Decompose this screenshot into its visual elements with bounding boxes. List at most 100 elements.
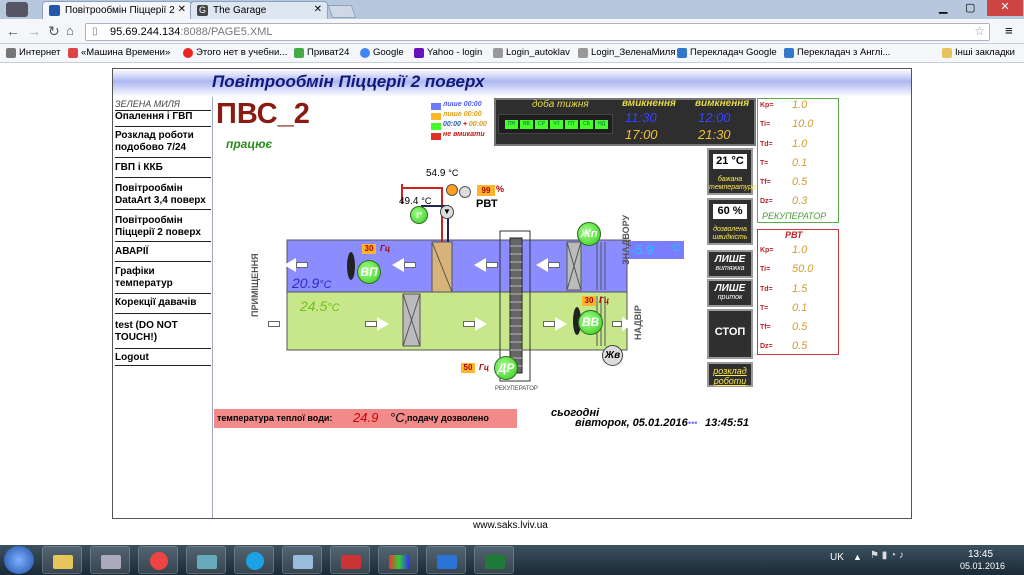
taskbar-app-colors[interactable] xyxy=(378,546,418,574)
water-temp-bar: температура теплої води: 24.9 °С, подачу… xyxy=(214,409,517,428)
allowed-speed-control[interactable]: 60 % дозволена швидкість xyxy=(707,198,753,245)
language-indicator[interactable]: UK xyxy=(830,552,844,563)
nav-item-test[interactable]: test (DO NOT TOUCH!) xyxy=(115,320,211,344)
recuperator-drive-dr[interactable]: ДР xyxy=(494,356,518,380)
tab-active[interactable]: Повітрообмін Піццерії 2 ✕ xyxy=(42,1,192,19)
bookmark-item[interactable]: Yahoo - login xyxy=(414,47,482,58)
forward-icon[interactable]: → xyxy=(27,23,41,39)
only-supply-sub: приток xyxy=(717,294,743,301)
clock-time[interactable]: 13:45 xyxy=(968,549,993,560)
page-icon: ▯ xyxy=(92,26,98,37)
tray-expand-icon[interactable]: ▲ xyxy=(853,552,862,562)
intake-damper-actuator[interactable]: Жп xyxy=(577,222,601,246)
day-led-sat[interactable]: СБ xyxy=(580,120,593,129)
menu-icon[interactable]: ≡ xyxy=(1005,23,1013,38)
nav-item-sensor-corrections[interactable]: Корекції давачів xyxy=(115,297,211,309)
exhaust-damper-actuator[interactable]: Жв xyxy=(602,345,623,366)
url-input[interactable]: ▯ 95.69.244.134:8088/PAGE5.XML ☆ xyxy=(85,23,990,41)
valve-actuator-icon[interactable] xyxy=(446,184,458,196)
home-icon[interactable]: ⌂ xyxy=(66,23,74,38)
allowed-speed-value[interactable]: 60 % xyxy=(713,204,747,219)
label-recuperator: РЕКУПЕРАТОР xyxy=(495,386,538,392)
taskbar-notes[interactable] xyxy=(282,546,322,574)
taskbar-paint[interactable] xyxy=(186,546,226,574)
room-supply-arrow-icon xyxy=(256,317,268,331)
pid-value[interactable]: 50.0 xyxy=(792,263,813,275)
exhaust-fan-vp[interactable]: ВП xyxy=(357,260,381,284)
day-led-thu[interactable]: ЧТ xyxy=(550,120,563,129)
start-button-icon[interactable] xyxy=(4,546,34,574)
pid-value[interactable]: 1.5 xyxy=(792,283,807,295)
bookmark-item[interactable]: Login_autoklav xyxy=(493,47,570,58)
bookmark-item[interactable]: Інші закладки xyxy=(942,47,1015,58)
setpoint-temp-control[interactable]: 21 °C бажана температура xyxy=(707,148,756,195)
pid-value[interactable]: 0.3 xyxy=(792,195,807,207)
temp-sensor-t-icon[interactable]: t° xyxy=(410,206,428,224)
schedule-on-time-2[interactable]: 17:00 xyxy=(625,127,658,142)
nav-item-gvp-kkb[interactable]: ГВП і ККБ xyxy=(115,162,211,174)
only-exhaust-button[interactable]: ЛИШЕ витяжка xyxy=(707,250,753,278)
day-led-sun[interactable]: НД xyxy=(595,120,608,129)
taskbar-calculator[interactable] xyxy=(90,546,130,574)
hot-water-temp-value: 54.9 xyxy=(426,168,446,179)
pid-value[interactable]: 10.0 xyxy=(792,118,813,130)
pid-value[interactable]: 0.1 xyxy=(792,157,807,169)
day-led-wed[interactable]: СР xyxy=(535,120,548,129)
setpoint-temp-value[interactable]: 21 °C xyxy=(713,154,747,169)
pid-value[interactable]: 0.5 xyxy=(792,321,807,333)
taskbar-skype[interactable] xyxy=(234,546,274,574)
user-avatar-icon[interactable] xyxy=(6,2,28,17)
pid-value[interactable]: 1.0 xyxy=(792,244,807,256)
only-supply-button[interactable]: ЛИШЕ приток xyxy=(707,279,753,307)
pid-value[interactable]: 1.0 xyxy=(792,138,807,150)
stop-button[interactable]: СТОП xyxy=(707,309,753,359)
bookmark-item[interactable]: Google xyxy=(360,47,404,58)
bookmark-item[interactable]: Приват24 xyxy=(294,47,349,58)
taskbar-chrome[interactable] xyxy=(138,546,178,574)
schedule-off-time-2[interactable]: 21:30 xyxy=(698,127,731,142)
close-window-icon[interactable]: ✕ xyxy=(987,0,1023,16)
youtube-icon xyxy=(183,48,193,58)
day-led-mon[interactable]: ПН xyxy=(505,120,518,129)
taskbar-app-red[interactable] xyxy=(330,546,370,574)
close-tab-icon[interactable]: ✕ xyxy=(314,4,322,15)
bookmark-item[interactable]: Login_ЗеленаМиля xyxy=(578,47,676,58)
bookmark-item[interactable]: Перекладач Google xyxy=(677,47,777,58)
bookmark-item[interactable]: Этого нет в учебни... xyxy=(183,47,287,58)
nav-item-heating[interactable]: Опалення і ГВП xyxy=(115,111,211,123)
schedule-off-time-1[interactable]: 12:00 xyxy=(698,110,731,125)
pump-icon[interactable]: ▼ xyxy=(440,205,454,219)
back-icon[interactable]: ← xyxy=(6,23,20,39)
day-led-fri[interactable]: ПТ xyxy=(565,120,578,129)
nav-divider xyxy=(115,348,211,349)
minimize-icon[interactable]: ▁ xyxy=(939,1,947,14)
nav-item-graphs[interactable]: Графіки температур xyxy=(115,266,211,290)
nav-item-dataart[interactable]: Повітрообмін DataArt 3,4 поверх xyxy=(115,183,211,207)
bookmark-item[interactable]: Перекладач з Англі... xyxy=(784,47,890,58)
maximize-icon[interactable]: ▢ xyxy=(965,1,975,14)
supply-fan-vv[interactable]: ВВ xyxy=(578,310,603,335)
page-footer[interactable]: www.saks.lviv.ua xyxy=(473,520,548,531)
close-tab-icon[interactable]: ✕ xyxy=(178,4,186,15)
clock-date[interactable]: 05.01.2016 xyxy=(960,561,1005,571)
taskbar-excel[interactable] xyxy=(474,546,514,574)
new-tab-button[interactable] xyxy=(327,5,357,18)
nav-item-pizzeria[interactable]: Повітрообмін Піццерії 2 поверх xyxy=(115,215,211,239)
pid-value[interactable]: 0.5 xyxy=(792,176,807,188)
bookmark-item[interactable]: «Машина Времени» xyxy=(68,47,170,58)
bookmark-star-icon[interactable]: ☆ xyxy=(974,24,985,38)
tab-garage[interactable]: G The Garage ✕ xyxy=(190,1,328,19)
reload-icon[interactable]: ↻ xyxy=(48,23,60,40)
schedule-on-time-1[interactable]: 11:30 xyxy=(625,110,657,125)
pid-value[interactable]: 1.0 xyxy=(792,99,807,111)
taskbar-teamviewer[interactable] xyxy=(426,546,466,574)
nav-item-schedule[interactable]: Розклад роботи подобово 7/24 xyxy=(115,130,211,154)
bookmark-item[interactable]: Интернет xyxy=(6,47,60,58)
pid-value[interactable]: 0.1 xyxy=(792,302,807,314)
schedule-link[interactable]: розклад роботи xyxy=(707,362,753,387)
day-led-tue[interactable]: ВВ xyxy=(520,120,533,129)
taskbar-explorer[interactable] xyxy=(42,546,82,574)
nav-item-alarms[interactable]: АВАРІЇ xyxy=(115,246,211,258)
nav-item-logout[interactable]: Logout xyxy=(115,352,211,364)
pid-value[interactable]: 0.5 xyxy=(792,340,807,352)
